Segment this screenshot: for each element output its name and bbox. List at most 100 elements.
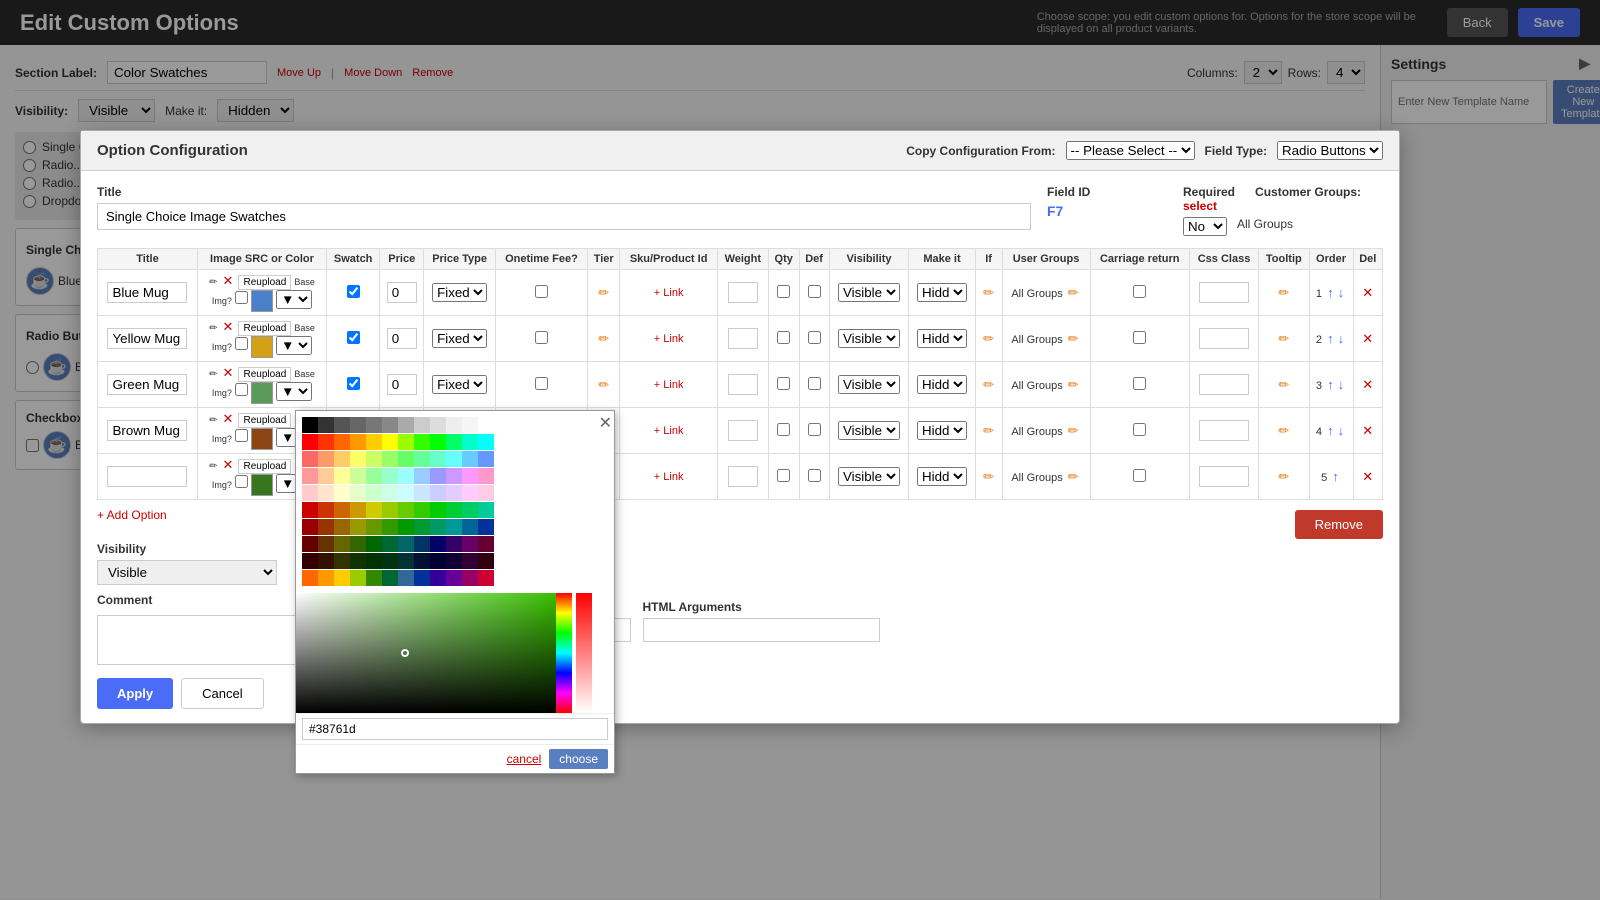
swatch-cell[interactable] [398,434,414,450]
price-input[interactable] [387,328,417,349]
swatch-cell[interactable] [334,468,350,484]
swatch-cell[interactable] [366,417,382,433]
make-it-row-select[interactable]: Hidd [917,329,967,348]
field-type-select[interactable]: Radio Buttons [1277,141,1383,160]
row-color-remove-icon[interactable]: ✕ [221,273,236,289]
swatch-cell[interactable] [350,553,366,569]
hue-strip[interactable] [556,593,572,713]
swatch-cell[interactable] [398,417,414,433]
swatch-cell[interactable] [398,468,414,484]
swatch-cell[interactable] [414,519,430,535]
swatch-cell[interactable] [334,434,350,450]
carriage-return-checkbox[interactable] [1133,377,1146,390]
tooltip-row-edit-icon[interactable]: ✏ [1276,285,1291,301]
swatch-cell[interactable] [366,451,382,467]
swatch-cell[interactable] [318,553,334,569]
visibility-row-select[interactable]: Visible [838,421,900,440]
swatch-cell[interactable] [302,434,318,450]
swatch-cell[interactable] [318,502,334,518]
def-checkbox[interactable] [808,331,821,344]
swatch-cell[interactable] [334,570,350,586]
swatch-cell[interactable] [366,553,382,569]
base-img-checkbox[interactable] [235,337,248,350]
swatch-cell[interactable] [318,417,334,433]
swatch-cell[interactable] [462,451,478,467]
sku-link[interactable]: + Link [624,471,712,483]
css-class-row-input[interactable] [1199,466,1249,487]
carriage-return-checkbox[interactable] [1133,331,1146,344]
copy-from-select[interactable]: -- Please Select -- [1066,141,1195,160]
visibility-row-select[interactable]: Visible [838,375,900,394]
swatch-cell[interactable] [430,434,446,450]
swatch-cell[interactable] [414,451,430,467]
swatch-cell[interactable] [334,485,350,501]
row-title-input[interactable] [107,282,187,303]
user-groups-edit-icon[interactable]: ✏ [1066,331,1081,347]
sku-link[interactable]: + Link [624,287,712,299]
tier-edit-icon[interactable]: ✏ [596,285,611,301]
swatch-cell[interactable] [318,434,334,450]
swatch-cell[interactable] [318,519,334,535]
carriage-return-checkbox[interactable] [1133,423,1146,436]
price-type-select[interactable]: Fixed [432,329,487,348]
if-edit-icon[interactable]: ✏ [981,423,996,439]
swatch-cell[interactable] [382,570,398,586]
swatch-cell[interactable] [302,519,318,535]
weight-input[interactable] [728,374,758,395]
row-title-input[interactable] [107,466,187,487]
swatch-cell[interactable] [302,468,318,484]
swatch-cell[interactable] [414,536,430,552]
swatch-cell[interactable] [430,485,446,501]
row-color-remove-icon[interactable]: ✕ [221,457,236,473]
apply-button[interactable]: Apply [97,678,173,709]
visibility-row-select[interactable]: Visible [838,283,900,302]
row-color-remove-icon[interactable]: ✕ [221,365,236,381]
sku-link[interactable]: + Link [624,425,712,437]
if-edit-icon[interactable]: ✏ [981,285,996,301]
if-edit-icon[interactable]: ✏ [981,377,996,393]
swatch-checkbox[interactable] [347,331,360,344]
swatch-cell[interactable] [318,451,334,467]
swatch-cell[interactable] [398,451,414,467]
swatch-cell[interactable] [414,468,430,484]
swatch-cell[interactable] [478,451,494,467]
css-class-row-input[interactable] [1199,282,1249,303]
swatch-cell[interactable] [398,485,414,501]
make-it-row-select[interactable]: Hidd [917,375,967,394]
user-groups-edit-icon[interactable]: ✏ [1066,469,1081,485]
swatch-cell[interactable] [350,519,366,535]
base-img-checkbox[interactable] [235,475,248,488]
price-type-select[interactable]: Fixed [432,375,487,394]
swatch-cell[interactable] [318,536,334,552]
swatch-cell[interactable] [366,468,382,484]
def-checkbox[interactable] [808,469,821,482]
swatch-cell[interactable] [382,485,398,501]
swatch-cell[interactable] [462,519,478,535]
onetime-fee-checkbox[interactable] [535,377,548,390]
swatch-cell[interactable] [478,553,494,569]
def-checkbox[interactable] [808,377,821,390]
remove-button[interactable]: Remove [1295,510,1383,539]
swatch-cell[interactable] [478,502,494,518]
swatch-cell[interactable] [446,553,462,569]
swatch-cell[interactable] [414,485,430,501]
weight-input[interactable] [728,420,758,441]
swatch-cell[interactable] [366,519,382,535]
swatch-cell[interactable] [382,536,398,552]
swatch-cell[interactable] [462,417,478,433]
qty-checkbox[interactable] [777,469,790,482]
sku-link[interactable]: + Link [624,379,712,391]
picker-choose-button[interactable]: choose [549,749,608,769]
option-title-input[interactable] [97,203,1031,230]
del-row-button[interactable]: ✕ [1360,469,1375,485]
customer-groups-select-link[interactable]: select [1183,199,1217,213]
color-type-select[interactable]: ▼ [276,382,312,401]
swatch-cell[interactable] [302,451,318,467]
carriage-return-checkbox[interactable] [1133,469,1146,482]
swatch-cell[interactable] [446,417,462,433]
make-it-row-select[interactable]: Hidd [917,283,967,302]
swatch-cell[interactable] [350,570,366,586]
swatch-cell[interactable] [430,451,446,467]
close-picker-button[interactable]: ✕ [599,413,612,433]
del-row-button[interactable]: ✕ [1360,285,1375,301]
